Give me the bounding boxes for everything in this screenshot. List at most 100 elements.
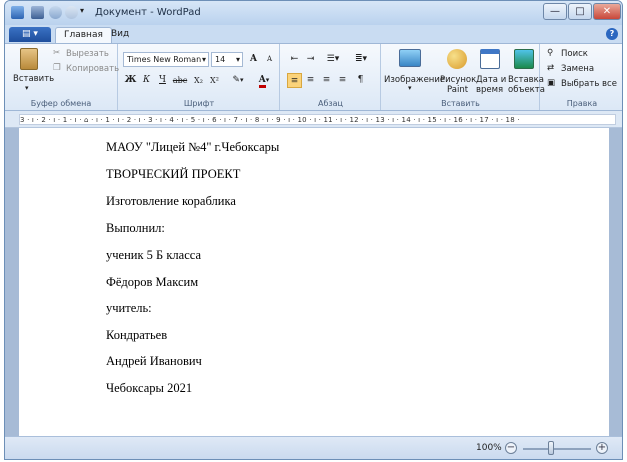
- insert-object-button[interactable]: Вставка объекта: [508, 47, 545, 95]
- image-icon: [399, 49, 421, 67]
- calendar-icon: [480, 49, 500, 69]
- zoom-level: 100%: [476, 443, 502, 453]
- document-line: ТВОРЧЕСКИЙ ПРОЕКТ: [106, 167, 241, 181]
- document-line: Чебоксары 2021: [106, 381, 193, 395]
- zoom-out-button[interactable]: −: [505, 442, 517, 454]
- ruler[interactable]: 3 · ı · 2 · ı · 1 · ı · ⌂ · ı · 1 · ı · …: [5, 111, 622, 128]
- bold-button[interactable]: Ж: [123, 73, 138, 88]
- highlight-button[interactable]: ✎▾: [227, 73, 249, 88]
- clipboard-group: Вставить ▾ ✂ Вырезать ❐ Копировать Буфер…: [5, 44, 119, 110]
- document-page[interactable]: МАОУ "Лицей №4" г.Чебоксары ТВОРЧЕСКИЙ П…: [19, 128, 609, 436]
- select-all-label: Выбрать все: [561, 79, 617, 89]
- editing-group: ⚲ Поиск ⇄ Замена ▣ Выбрать все Правка: [541, 44, 622, 110]
- strikethrough-button[interactable]: abc: [171, 73, 189, 88]
- shrink-font-icon: A: [266, 55, 273, 63]
- find-label: Поиск: [561, 49, 588, 59]
- close-button[interactable]: ✕: [593, 3, 621, 20]
- increase-indent-button[interactable]: ⇥: [303, 52, 318, 67]
- save-icon[interactable]: [31, 6, 44, 19]
- ribbon: Вставить ▾ ✂ Вырезать ❐ Копировать Буфер…: [5, 43, 622, 111]
- zoom-slider-thumb[interactable]: [548, 441, 554, 455]
- copy-icon: ❐: [53, 63, 61, 73]
- editing-group-label: Правка: [566, 99, 598, 108]
- font-size-value: 14: [215, 55, 226, 64]
- font-family-value: Times New Roman: [127, 55, 202, 64]
- find-button[interactable]: ⚲ Поиск: [547, 48, 619, 61]
- select-all-icon: ▣: [547, 78, 556, 88]
- subscript-button[interactable]: X₂: [191, 73, 206, 88]
- font-color-button[interactable]: A▾: [253, 73, 275, 88]
- document-line: ученик 5 Б класса: [106, 248, 201, 262]
- scissors-icon: ✂: [53, 48, 61, 58]
- wordpad-window: ▾ Документ - WordPad — □ ✕ ▤ ▾ Главная В…: [4, 0, 623, 460]
- font-size-select[interactable]: 14 ▾: [211, 52, 243, 67]
- replace-label: Замена: [561, 64, 595, 74]
- paint-label-1: Рисунок: [440, 75, 477, 85]
- chevron-down-icon: ▾: [25, 84, 29, 92]
- redo-icon[interactable]: [65, 6, 78, 19]
- cut-label: Вырезать: [66, 49, 109, 59]
- zoom-in-button[interactable]: +: [596, 442, 608, 454]
- document-line: учитель:: [106, 301, 152, 315]
- font-family-select[interactable]: Times New Roman ▾: [123, 52, 209, 67]
- zoom-slider[interactable]: [523, 448, 591, 450]
- font-color-icon: A: [258, 75, 266, 88]
- object-label-1: Вставка: [508, 75, 545, 85]
- image-label: Изображение: [384, 75, 446, 85]
- chevron-down-icon: ▾: [408, 84, 412, 92]
- align-center-button[interactable]: ≡: [303, 73, 318, 88]
- chevron-down-icon: ▾: [240, 76, 244, 84]
- window-title: Документ - WordPad: [95, 7, 201, 18]
- grow-font-button[interactable]: A: [246, 52, 261, 67]
- insert-group-label: Вставить: [441, 99, 480, 108]
- document-line: Изготовление кораблика: [106, 194, 236, 208]
- paste-button[interactable]: Вставить ▾: [11, 47, 54, 95]
- minimize-button[interactable]: —: [543, 3, 567, 20]
- app-icon[interactable]: [11, 6, 24, 19]
- paint-drawing-button[interactable]: Рисунок Paint: [440, 47, 477, 95]
- justify-button[interactable]: ≡: [335, 73, 350, 88]
- paint-label-2: Paint: [447, 85, 469, 95]
- align-left-button[interactable]: ≡: [287, 73, 302, 88]
- align-right-button[interactable]: ≡: [319, 73, 334, 88]
- line-spacing-button[interactable]: ≣▾: [349, 52, 373, 67]
- decrease-indent-button[interactable]: ⇤: [287, 52, 302, 67]
- shrink-font-button[interactable]: A: [262, 52, 277, 67]
- italic-button[interactable]: К: [139, 73, 154, 88]
- chevron-down-icon: ▾: [201, 55, 206, 64]
- cut-button[interactable]: ✂ Вырезать: [53, 48, 115, 61]
- maximize-button[interactable]: □: [568, 3, 592, 20]
- grow-font-icon: A: [250, 54, 257, 64]
- binoculars-icon: ⚲: [547, 48, 554, 58]
- copy-button[interactable]: ❐ Копировать: [53, 63, 119, 76]
- ruler-scale: 3 · ı · 2 · ı · 1 · ı · ⌂ · ı · 1 · ı · …: [19, 114, 616, 125]
- insert-image-button[interactable]: Изображение ▾: [384, 47, 445, 95]
- document-line: Фёдоров Максим: [106, 275, 199, 289]
- insert-datetime-button[interactable]: Дата и время: [476, 47, 506, 95]
- chevron-down-icon: ▾: [235, 55, 240, 64]
- title-bar: ▾ Документ - WordPad — □ ✕: [5, 1, 622, 25]
- clipboard-icon: [20, 48, 38, 70]
- font-group-label: Шрифт: [183, 99, 215, 108]
- replace-icon: ⇄: [547, 63, 555, 73]
- document-line: Андрей Иванович: [106, 354, 202, 368]
- object-icon: [514, 49, 534, 69]
- paragraph-group-label: Абзац: [317, 99, 343, 108]
- help-icon[interactable]: ?: [606, 28, 618, 40]
- underline-button[interactable]: Ч: [155, 73, 170, 88]
- superscript-button[interactable]: X²: [207, 73, 222, 88]
- select-all-button[interactable]: ▣ Выбрать все: [547, 78, 622, 91]
- document-area: МАОУ "Лицей №4" г.Чебоксары ТВОРЧЕСКИЙ П…: [5, 128, 622, 436]
- paragraph-group: ⇤ ⇥ ☰▾ ≣▾ ≡ ≡ ≡ ≡ ¶ Абзац: [281, 44, 381, 110]
- bullets-button[interactable]: ☰▾: [321, 52, 345, 67]
- tab-view[interactable]: Вид: [103, 27, 137, 43]
- replace-button[interactable]: ⇄ Замена: [547, 63, 619, 76]
- file-menu-button[interactable]: ▤ ▾: [9, 27, 51, 42]
- chevron-down-icon: ▾: [265, 76, 270, 84]
- customize-qat-icon[interactable]: ▾: [80, 6, 88, 19]
- paragraph-dialog-button[interactable]: ¶: [353, 73, 368, 88]
- status-bar: 100% − +: [5, 436, 622, 459]
- datetime-label-1: Дата и: [476, 75, 507, 85]
- undo-icon[interactable]: [49, 6, 62, 19]
- insert-group: Изображение ▾ Рисунок Paint Дата и время…: [382, 44, 545, 110]
